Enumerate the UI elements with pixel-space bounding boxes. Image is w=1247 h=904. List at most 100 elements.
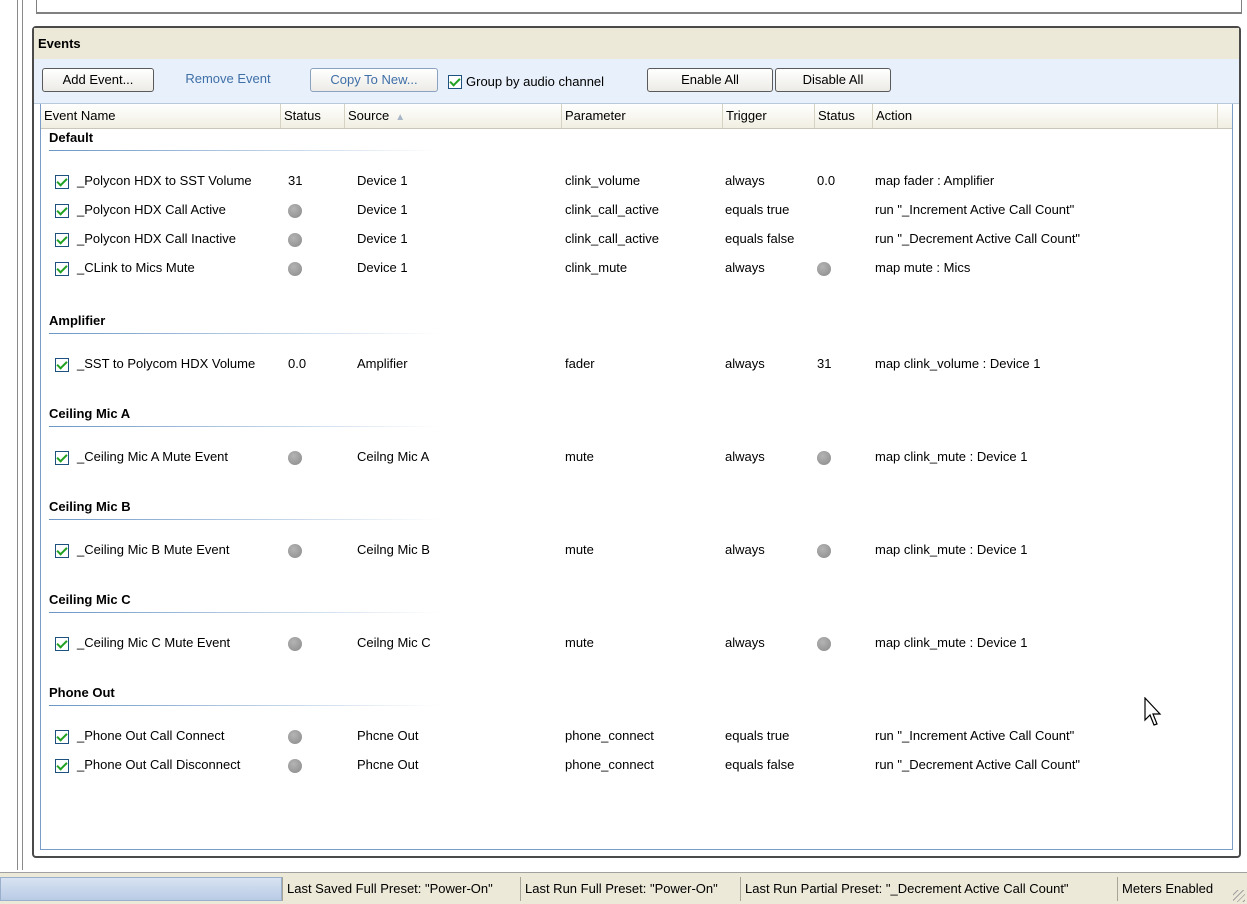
column-header-row: Event Name Status Source ▲ Parameter Trig… xyxy=(41,104,1232,129)
event-enabled-checkbox[interactable] xyxy=(55,637,69,651)
sort-ascending-icon: ▲ xyxy=(395,112,406,123)
event-row[interactable]: _Polycon HDX Call Active Device 1 clink_ca… xyxy=(41,198,1232,222)
status-indicator-icon xyxy=(288,729,302,744)
events-panel: Events Add Event... Remove Event Copy To… xyxy=(32,26,1241,858)
cell-name: _Polycon HDX Call Inactive xyxy=(77,231,236,246)
cell-name: _SST to Polycom HDX Volume xyxy=(77,356,256,371)
add-event-button[interactable]: Add Event... xyxy=(42,68,154,92)
cell-source: Amplifier xyxy=(357,356,408,371)
cell-action: run "_Increment Active Call Count" xyxy=(875,728,1075,743)
cell-status2 xyxy=(817,445,831,469)
panel-header: Events xyxy=(34,28,1239,60)
cell-status xyxy=(288,227,302,251)
event-row[interactable]: _Phone Out Call Disconnect Phcne Out phone… xyxy=(41,753,1232,777)
status-indicator-icon xyxy=(288,203,302,218)
group-divider xyxy=(49,426,439,427)
group-header[interactable]: Ceiling Mic A xyxy=(49,406,130,421)
cell-trigger: always xyxy=(725,542,765,557)
cell-parameter: fader xyxy=(565,356,595,371)
copy-to-new-button[interactable]: Copy To New... xyxy=(310,68,438,92)
event-row[interactable]: _Ceiling Mic B Mute Event Ceilng Mic B mut… xyxy=(41,538,1232,562)
cell-status xyxy=(288,724,302,748)
last-saved-preset-status: Last Saved Full Preset: "Power-On" xyxy=(282,877,497,901)
column-status-2[interactable]: Status xyxy=(815,104,873,128)
event-enabled-checkbox[interactable] xyxy=(55,233,69,247)
last-run-partial-preset-status: Last Run Partial Preset: "_Decrement Act… xyxy=(740,877,1073,901)
enable-all-button[interactable]: Enable All xyxy=(647,68,773,92)
event-row[interactable]: _Phone Out Call Connect Phcne Out phone_co… xyxy=(41,724,1232,748)
event-enabled-checkbox[interactable] xyxy=(55,451,69,465)
status-indicator-icon xyxy=(817,543,831,558)
column-source[interactable]: Source ▲ xyxy=(345,104,562,128)
column-action[interactable]: Action xyxy=(873,104,1218,128)
cell-status xyxy=(288,631,302,655)
event-enabled-checkbox[interactable] xyxy=(55,759,69,773)
cell-name: _CLink to Mics Mute xyxy=(77,260,195,275)
event-row[interactable]: _SST to Polycom HDX Volume 0.0 Amplifier fa… xyxy=(41,352,1232,376)
cell-parameter: clink_volume xyxy=(565,173,641,188)
cell-name: _Polycon HDX to SST Volume xyxy=(77,173,252,188)
event-enabled-checkbox[interactable] xyxy=(55,175,69,189)
event-row[interactable]: _Ceiling Mic A Mute Event Ceilng Mic A mut… xyxy=(41,445,1232,469)
cell-name: _Phone Out Call Disconnect xyxy=(77,757,241,772)
cell-name: _Phone Out Call Connect xyxy=(77,728,225,743)
cell-source: Device 1 xyxy=(357,231,408,246)
status-bar: Last Saved Full Preset: "Power-On" Last … xyxy=(0,872,1247,904)
cell-source: Device 1 xyxy=(357,173,408,188)
status-indicator-icon xyxy=(288,450,302,465)
group-by-audio-channel-checkbox[interactable]: Group by audio channel xyxy=(448,74,604,90)
group-header[interactable]: Ceiling Mic C xyxy=(49,592,131,607)
column-trigger[interactable]: Trigger xyxy=(723,104,815,128)
cell-trigger: equals false xyxy=(725,757,795,772)
column-status[interactable]: Status xyxy=(281,104,345,128)
status-indicator-icon xyxy=(288,232,302,247)
cell-name: _Ceiling Mic C Mute Event xyxy=(77,635,231,650)
group-header[interactable]: Phone Out xyxy=(49,685,115,700)
events-grid[interactable]: Event Name Status Source ▲ Parameter Trig… xyxy=(40,104,1233,850)
mouse-cursor-icon xyxy=(1144,697,1162,726)
column-event-name[interactable]: Event Name xyxy=(41,104,281,128)
event-enabled-checkbox[interactable] xyxy=(55,544,69,558)
cell-status xyxy=(288,753,302,777)
cell-source: Ceilng Mic C xyxy=(357,635,431,650)
status-bar-blank-pane xyxy=(0,877,282,901)
rail-line xyxy=(17,0,18,870)
event-enabled-checkbox[interactable] xyxy=(55,262,69,276)
cell-status2: 31 xyxy=(817,356,832,371)
group-divider xyxy=(49,612,439,613)
checkbox-checked-icon[interactable] xyxy=(448,74,462,89)
group-header[interactable]: Default xyxy=(49,130,93,145)
status-indicator-icon xyxy=(817,450,831,465)
remove-event-button[interactable]: Remove Event xyxy=(170,68,286,92)
events-toolbar: Add Event... Remove Event Copy To New...… xyxy=(34,59,1239,104)
event-row[interactable]: _Polycon HDX Call Inactive Device 1 clink_… xyxy=(41,227,1232,251)
event-enabled-checkbox[interactable] xyxy=(55,730,69,744)
resize-grip-icon[interactable] xyxy=(1233,890,1245,902)
event-enabled-checkbox[interactable] xyxy=(55,204,69,218)
disable-all-button[interactable]: Disable All xyxy=(775,68,891,92)
cell-trigger: equals true xyxy=(725,202,790,217)
cell-status xyxy=(288,198,302,222)
column-source-label: Source xyxy=(348,108,390,123)
panel-title: Events xyxy=(38,36,81,51)
event-enabled-checkbox[interactable] xyxy=(55,358,69,372)
cell-parameter: clink_mute xyxy=(565,260,628,275)
cell-trigger: equals false xyxy=(725,231,795,246)
cell-trigger: always xyxy=(725,260,765,275)
cell-status2 xyxy=(817,631,831,655)
status-indicator-icon xyxy=(288,758,302,773)
group-divider xyxy=(49,705,439,706)
cell-parameter: phone_connect xyxy=(565,728,654,743)
column-parameter[interactable]: Parameter xyxy=(562,104,723,128)
cell-action: map clink_volume : Device 1 xyxy=(875,356,1041,371)
event-row[interactable]: _Polycon HDX to SST Volume 31 Device 1 clin… xyxy=(41,169,1232,193)
group-header[interactable]: Ceiling Mic B xyxy=(49,499,131,514)
last-run-full-preset-status: Last Run Full Preset: "Power-On" xyxy=(520,877,722,901)
cell-trigger: equals true xyxy=(725,728,790,743)
cell-status2 xyxy=(817,538,831,562)
event-row[interactable]: _Ceiling Mic C Mute Event Ceilng Mic C mut… xyxy=(41,631,1232,655)
group-header[interactable]: Amplifier xyxy=(49,313,105,328)
event-row[interactable]: _CLink to Mics Mute Device 1 clink_mute alw… xyxy=(41,256,1232,280)
cell-source: Phcne Out xyxy=(357,757,419,772)
status-indicator-icon xyxy=(288,261,302,276)
